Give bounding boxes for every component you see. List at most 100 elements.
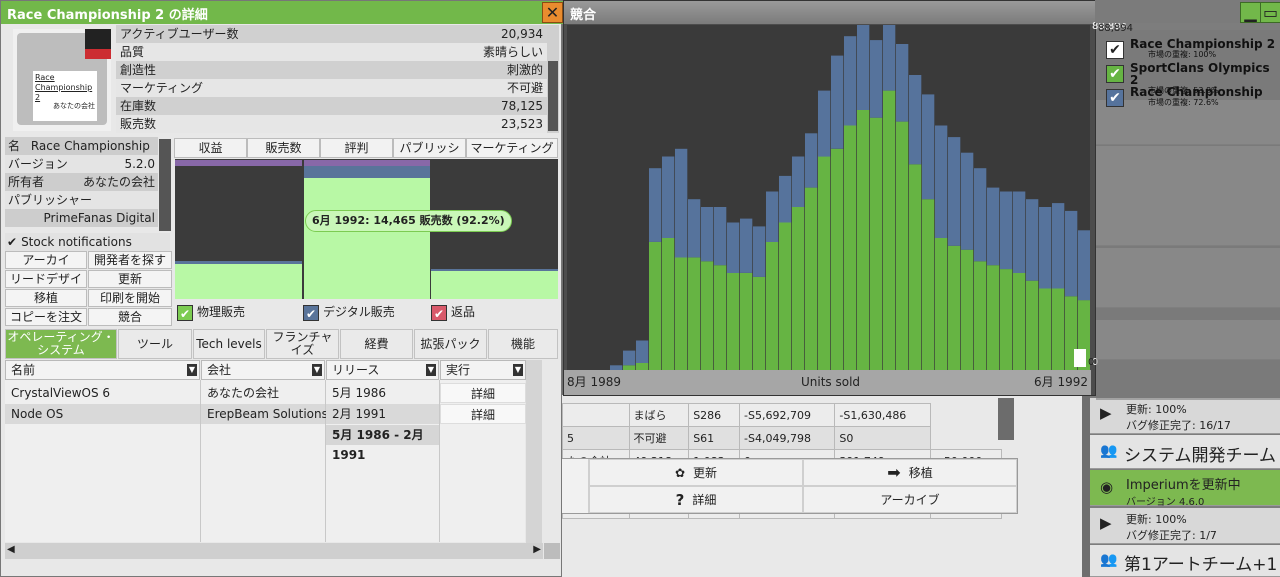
category-tab-2[interactable]: Tech levels	[193, 329, 265, 359]
stock-notifications-checkbox[interactable]: ✔ Stock notifications	[5, 233, 170, 251]
bar-race-championship-9	[714, 207, 727, 266]
category-tab-3[interactable]: フランチャイズ	[266, 329, 339, 359]
sidebar-imperium-item[interactable]: ◉ Imperiumを更新中 バージョン 4.6.0	[1090, 470, 1280, 508]
row-details-button[interactable]: 詳細	[440, 404, 526, 424]
list-hscroll[interactable]: ◀ ▶	[5, 543, 543, 559]
category-tab-4[interactable]: 経費	[340, 329, 413, 359]
bar-race-championship-33	[1026, 199, 1039, 281]
stats-scrollbar[interactable]	[547, 25, 559, 133]
bar-sportclans-olympics-2-14	[779, 222, 792, 370]
category-tab-6[interactable]: 機能	[488, 329, 558, 359]
bar-sportclans-olympics-2-16	[805, 187, 818, 370]
chart-tab-0[interactable]: 収益	[174, 138, 247, 158]
stat-value: 20,934	[501, 27, 543, 41]
bar-sportclans-olympics-2-18	[831, 148, 844, 370]
filter-icon[interactable]: ▼	[312, 364, 322, 376]
table-row[interactable]: まばら S286 -S5,692,709 -S1,630,486	[562, 403, 1002, 427]
table-cell: まばら	[628, 403, 690, 427]
sidebar-team-art[interactable]: 👥 第1アートチーム+1	[1090, 545, 1280, 577]
background-scrollbar[interactable]	[998, 398, 1014, 440]
team-icon: 👥	[1100, 552, 1118, 568]
sidebar-team-system[interactable]: 👥 システム開発チーム	[1090, 435, 1280, 469]
legend-digital-sales[interactable]: ✔ デジタル販売	[303, 303, 395, 321]
competition-button[interactable]: 競合	[88, 308, 172, 326]
chart-tab-1[interactable]: 販売数	[247, 138, 320, 158]
bar-sportclans-olympics-2-5	[662, 238, 675, 370]
checkbox-icon: ✔	[431, 304, 447, 321]
chart-tab-3[interactable]: パブリッシ	[393, 138, 466, 158]
table-row[interactable]: 5 不可避 S61 -S4,049,798 S0	[562, 426, 1002, 450]
competition-legend-item[interactable]: ✔ Race Championship 市場の重複: 72.6%	[1106, 86, 1280, 110]
update-button[interactable]: 更新	[88, 270, 172, 288]
bar-race-championship-18	[831, 55, 844, 149]
competition-title-bar[interactable]: 競合	[564, 1, 1095, 24]
info-label: 所有者	[8, 175, 45, 189]
sidebar-progress-item[interactable]: ▶ 更新: 100% バグ修正完了: 16/17	[1090, 398, 1280, 434]
filter-icon[interactable]: ▼	[187, 364, 197, 376]
bar-race-championship-15	[792, 156, 805, 207]
port-button[interactable]: ➡ 移植	[803, 459, 1017, 486]
bar-race-championship-14	[779, 175, 792, 223]
sales-tooltip: 6月 1992: 14,465 販売数 (92.2%)	[305, 210, 512, 232]
archive-button[interactable]: アーカイ	[5, 251, 87, 269]
filter-icon[interactable]: ▼	[426, 364, 436, 376]
column-header[interactable]: 実行 ▼	[440, 360, 526, 380]
legend-physical-sales[interactable]: ✔ 物理販売	[177, 303, 245, 321]
info-label: 名前	[8, 139, 21, 171]
row-name[interactable]: CrystalViewOS 6	[5, 383, 200, 403]
bar-sportclans-olympics-2-10	[727, 273, 740, 370]
bar-race-championship-20	[857, 25, 870, 111]
scroll-left-icon[interactable]: ◀	[7, 544, 15, 555]
bar-race-championship-17	[818, 90, 831, 157]
competition-legend-item[interactable]: ✔ SportClans Olympics 2 市場の重複: 53.8%	[1106, 62, 1280, 95]
bar-sportclans-olympics-2-29	[974, 261, 987, 370]
start-printing-button[interactable]: 印刷を開始	[88, 289, 172, 307]
scroll-right-icon[interactable]: ▶	[533, 544, 541, 555]
column-label: 名前	[11, 363, 36, 377]
legend-name: Race Championship	[1130, 85, 1263, 99]
column-header[interactable]: 名前 ▼	[5, 360, 200, 380]
product-details-window: Race Championship 2 の詳細 ✕ Race Champions…	[0, 0, 563, 577]
category-tab-0[interactable]: オペレーティング・システム	[5, 329, 117, 359]
update-button[interactable]: ✿ 更新	[589, 459, 803, 486]
filter-icon[interactable]: ▼	[513, 364, 523, 376]
order-copies-button[interactable]: コピーを注文	[5, 308, 87, 326]
sidebar-progress-item[interactable]: ▶ 更新: 100% バグ修正完了: 1/7	[1090, 508, 1280, 544]
bar-sportclans-olympics-2-24	[909, 164, 922, 370]
row-release: 2月 1991	[326, 404, 439, 424]
details-button[interactable]: ? 詳細	[589, 486, 803, 513]
table-cell: -S5,692,709	[739, 403, 836, 427]
chart-tab-4[interactable]: マーケティング	[466, 138, 558, 158]
bar-sportclans-olympics-2-17	[818, 156, 831, 370]
category-tab-1[interactable]: ツール	[118, 329, 192, 359]
column-header[interactable]: リリース ▼	[326, 360, 439, 380]
row-details-button[interactable]: 詳細	[440, 383, 526, 403]
legend-label: 返品	[451, 305, 476, 319]
maximize-icon[interactable]: ▭	[1260, 2, 1280, 23]
lead-design-button[interactable]: リードデザイ	[5, 270, 87, 288]
list-vscroll[interactable]	[526, 360, 542, 543]
bar-sportclans-olympics-2-3	[636, 363, 649, 370]
chart-tab-2[interactable]: 評判	[320, 138, 393, 158]
info-scrollbar[interactable]	[159, 139, 171, 231]
find-developer-button[interactable]: 開発者を探す	[88, 251, 172, 269]
info-value: あなたの会社	[82, 175, 155, 189]
stat-row: マーケティング 不可避	[116, 79, 547, 97]
close-icon[interactable]: ✕	[542, 2, 563, 23]
resize-grip[interactable]	[544, 543, 560, 559]
refresh-icon: ✿	[674, 465, 686, 480]
row-name[interactable]: Node OS	[5, 404, 200, 424]
release-range-filter[interactable]: 5月 1986 - 2月 1991	[326, 425, 439, 462]
details-title-bar[interactable]: Race Championship 2 の詳細	[1, 1, 563, 24]
legend-returns[interactable]: ✔ 返品	[431, 303, 475, 321]
archive-button[interactable]: アーカイブ	[803, 486, 1017, 513]
category-tab-5[interactable]: 拡張パック	[414, 329, 487, 359]
minimize-icon[interactable]: ▁	[1240, 2, 1261, 23]
column-header[interactable]: 会社 ▼	[201, 360, 325, 380]
competition-legend-item[interactable]: ✔ Race Championship 2 市場の重複: 100%	[1106, 38, 1280, 62]
port-button[interactable]: 移植	[5, 289, 87, 307]
arrow-right-icon: ➡	[887, 463, 901, 482]
bar-race-championship-37	[1078, 230, 1090, 301]
play-icon: ▶	[1100, 404, 1112, 422]
y-axis-zero-label: 0	[1088, 357, 1095, 368]
